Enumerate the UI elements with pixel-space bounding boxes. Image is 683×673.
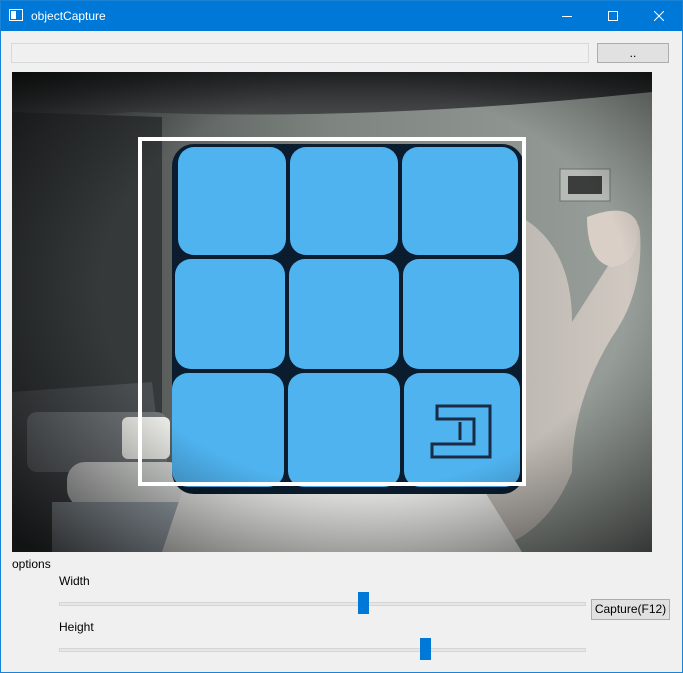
app-window: objectCapture .. options Width Height Ca…	[0, 0, 683, 673]
file-path-field[interactable]	[11, 43, 589, 63]
window-title: objectCapture	[31, 9, 106, 23]
camera-frame	[12, 72, 652, 552]
title-bar[interactable]: objectCapture	[1, 1, 682, 31]
app-icon	[9, 9, 23, 21]
width-label: Width	[59, 574, 90, 588]
maximize-button[interactable]	[590, 1, 636, 31]
maximize-icon	[608, 11, 618, 21]
close-icon	[654, 11, 664, 21]
width-slider-thumb[interactable]	[358, 592, 369, 614]
height-label: Height	[59, 620, 94, 634]
width-slider[interactable]	[59, 592, 586, 614]
minimize-icon	[562, 16, 572, 17]
options-label: options	[12, 557, 51, 571]
close-button[interactable]	[636, 1, 682, 31]
browse-button[interactable]: ..	[597, 43, 669, 63]
height-slider-thumb[interactable]	[420, 638, 431, 660]
height-slider[interactable]	[59, 638, 586, 660]
camera-preview[interactable]	[12, 72, 652, 552]
minimize-button[interactable]	[544, 1, 590, 31]
capture-button[interactable]: Capture(F12)	[591, 599, 670, 620]
